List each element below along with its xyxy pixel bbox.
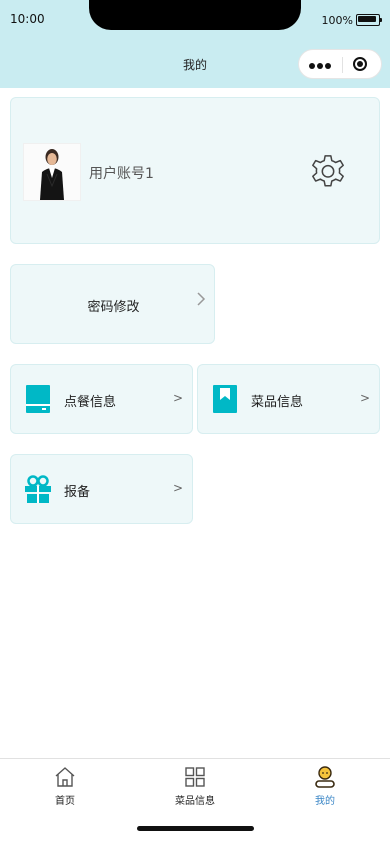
chevron-right-icon: > <box>172 481 183 495</box>
password-change-label: 密码修改 <box>87 300 140 315</box>
username: 用户账号1 <box>89 166 154 182</box>
chevron-right-icon <box>195 289 207 313</box>
password-change-button[interactable]: 密码修改 <box>10 264 215 344</box>
home-icon <box>55 767 75 787</box>
more-icon[interactable] <box>309 63 331 69</box>
battery-icon <box>356 14 382 26</box>
tab-dishes-label: 菜品信息 <box>175 796 215 807</box>
bookmark-icon <box>213 385 237 413</box>
notch <box>89 0 301 30</box>
gear-icon[interactable] <box>309 153 347 191</box>
person-photo-icon <box>24 144 80 200</box>
order-info-label: 点餐信息 <box>64 395 117 410</box>
dish-info-label: 菜品信息 <box>251 395 304 410</box>
profile-card: 用户账号1 <box>10 97 380 244</box>
tab-home[interactable]: 首页 <box>25 765 105 807</box>
capsule-divider <box>342 57 343 73</box>
grid-icon <box>185 767 205 787</box>
tab-dishes[interactable]: 菜品信息 <box>155 765 235 807</box>
home-indicator <box>137 826 254 831</box>
header: 10:00 100% 我的 <box>0 0 390 88</box>
close-target-icon[interactable] <box>353 57 367 71</box>
tab-mine-label: 我的 <box>315 796 335 807</box>
battery-percentage: 100% <box>321 14 353 27</box>
drive-icon <box>26 385 50 413</box>
chevron-right-icon: > <box>359 391 370 405</box>
gift-icon <box>25 475 51 503</box>
dish-info-button[interactable]: 菜品信息 > <box>197 364 380 434</box>
status-time: 10:00 <box>10 12 45 26</box>
report-button[interactable]: 报备 > <box>10 454 193 524</box>
tab-home-label: 首页 <box>55 796 75 807</box>
tab-mine[interactable]: 我的 <box>285 765 365 807</box>
chevron-right-icon: > <box>172 391 183 405</box>
report-label: 报备 <box>64 485 91 500</box>
order-info-button[interactable]: 点餐信息 > <box>10 364 193 434</box>
user-icon <box>315 766 335 788</box>
avatar[interactable] <box>23 143 81 201</box>
miniprogram-capsule <box>298 49 382 79</box>
